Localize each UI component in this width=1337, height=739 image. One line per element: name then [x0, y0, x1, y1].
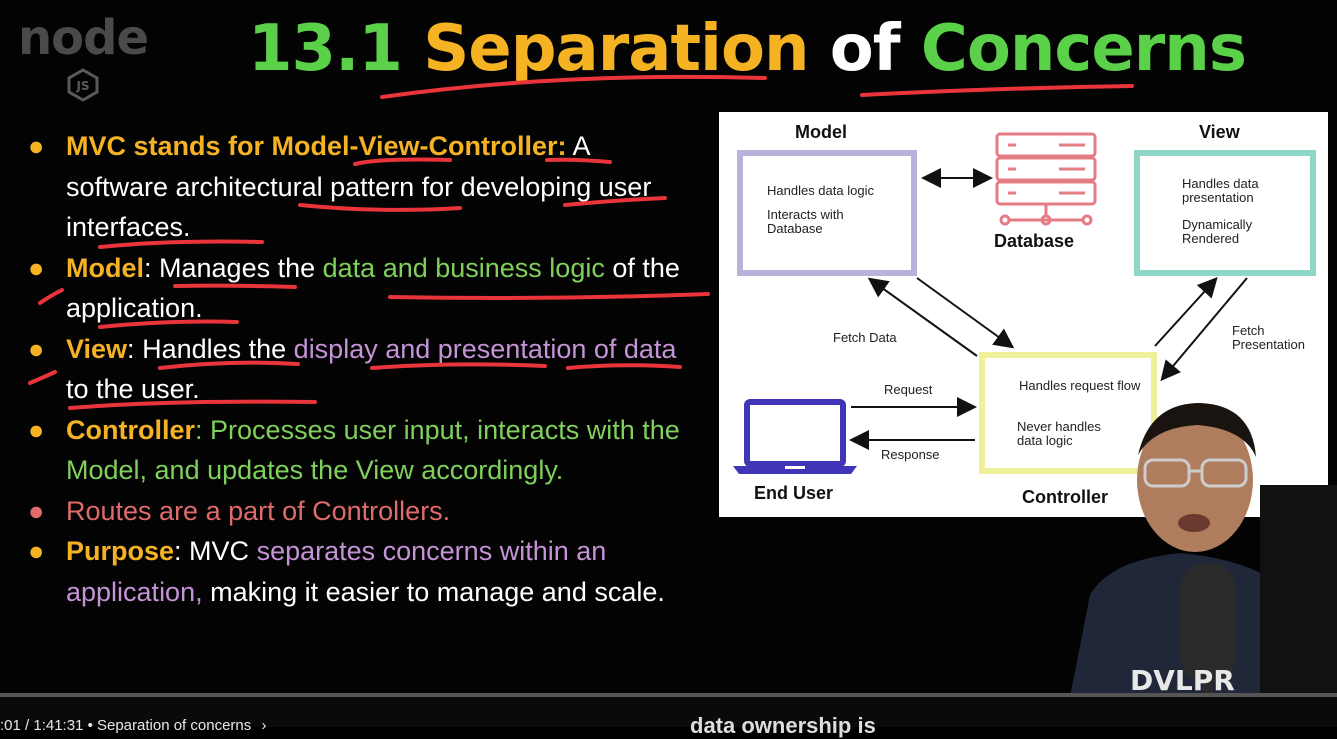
end-user-label: End User [754, 483, 834, 503]
response-label: Response [881, 447, 940, 462]
bullet-model-colon: : [144, 252, 152, 283]
bullet-dot: ● [28, 495, 45, 526]
bullet-model: ● Model: Manages the data and business lo… [28, 248, 688, 329]
chevron-right-icon[interactable]: › [261, 717, 266, 734]
bullet-view-key: View [66, 333, 128, 364]
bullet-view-text1: Handles the [134, 333, 294, 364]
bullet-dot: ● [28, 414, 45, 445]
bullet-view: ● View: Handles the display and presentat… [28, 329, 688, 410]
fetch-data-label: Fetch Data [833, 330, 897, 345]
bullet-purpose-text3: making it easier to manage and scale. [202, 576, 665, 607]
bullet-dot: ● [28, 536, 45, 566]
title-word-concerns: Concerns [920, 12, 1247, 86]
view-text2: Dynamically Rendered [1182, 217, 1253, 246]
bullet-model-text2: data and business logic [322, 252, 605, 283]
playback-time: :01 / 1:41:31 • Separation of concerns › [0, 717, 266, 734]
chapter-title[interactable]: • Separation of concerns [88, 717, 252, 734]
video-frame[interactable]: node JS 13.1 Separation of Concerns ● MVC… [0, 0, 1337, 697]
bullet-view-text3: to the user. [66, 374, 200, 404]
bullet-controller-key: Controller [66, 414, 196, 445]
bullet-mvc-colon: : [557, 131, 567, 161]
title-word-separation: Separation [423, 12, 809, 86]
view-box [1134, 150, 1316, 276]
view-text1: Handles data presentation [1182, 176, 1259, 205]
nodejs-logo: node JS [18, 10, 168, 102]
title-word-of: of [829, 12, 901, 86]
bullet-mvc: ● MVC stands for Model-View-Controller: A… [28, 126, 688, 248]
controller-text1: Handles request flow [1019, 378, 1141, 393]
database-label: Database [994, 231, 1075, 251]
presenter-webcam: DVLPR [1070, 403, 1337, 697]
fetch-presentation-label: Fetch Presentation [1232, 323, 1305, 352]
view-label: View [1199, 122, 1240, 142]
underline-stroke [860, 84, 1134, 97]
bullet-purpose-colon: : [174, 536, 182, 566]
logo-badge: JS [75, 79, 89, 93]
bullet-dot: ● [28, 252, 45, 283]
model-text2: Interacts with Database [767, 207, 844, 236]
bullet-dot: ● [28, 131, 45, 161]
database-icon [995, 132, 1097, 226]
request-label: Request [884, 382, 933, 397]
laptop-icon [733, 399, 857, 474]
bullet-purpose-text1: MVC [181, 536, 257, 566]
title-number: 13.1 [248, 12, 403, 86]
bullet-model-text1: Manages the [151, 252, 323, 283]
time-text: :01 / 1:41:31 [0, 717, 84, 734]
bullet-purpose-key: Purpose [66, 536, 175, 566]
bullet-controller-colon: : [195, 414, 203, 445]
model-text1: Handles data logic [767, 183, 874, 198]
subtitle-caption: data ownership is [690, 713, 876, 738]
logo-wordmark: node [18, 10, 149, 66]
bullet-model-key: Model [66, 252, 144, 283]
bullet-view-colon: : [127, 333, 135, 364]
bullet-list: ● MVC stands for Model-View-Controller: A… [28, 126, 688, 612]
bullet-routes: ● Routes are a part of Controllers. [28, 491, 688, 532]
bullet-purpose: ● Purpose: MVC separates concerns within … [28, 531, 688, 612]
js-hexagon-icon: JS [67, 68, 99, 102]
bullet-dot: ● [28, 333, 45, 364]
arrow-view-up [1154, 277, 1218, 347]
bullet-routes-text: Routes are a part of Controllers. [66, 495, 451, 526]
slide-title: 13.1 Separation of Concerns [248, 12, 1247, 86]
chair [1260, 485, 1337, 697]
model-label: Model [795, 122, 847, 142]
arrow-fetch-data-down [916, 277, 1015, 349]
bullet-controller: ● Controller: Processes user input, inter… [28, 410, 688, 491]
bullet-mvc-key: MVC stands for Model-View-Controller [66, 131, 558, 161]
bullet-view-text2: display and presentation of data [293, 333, 677, 364]
